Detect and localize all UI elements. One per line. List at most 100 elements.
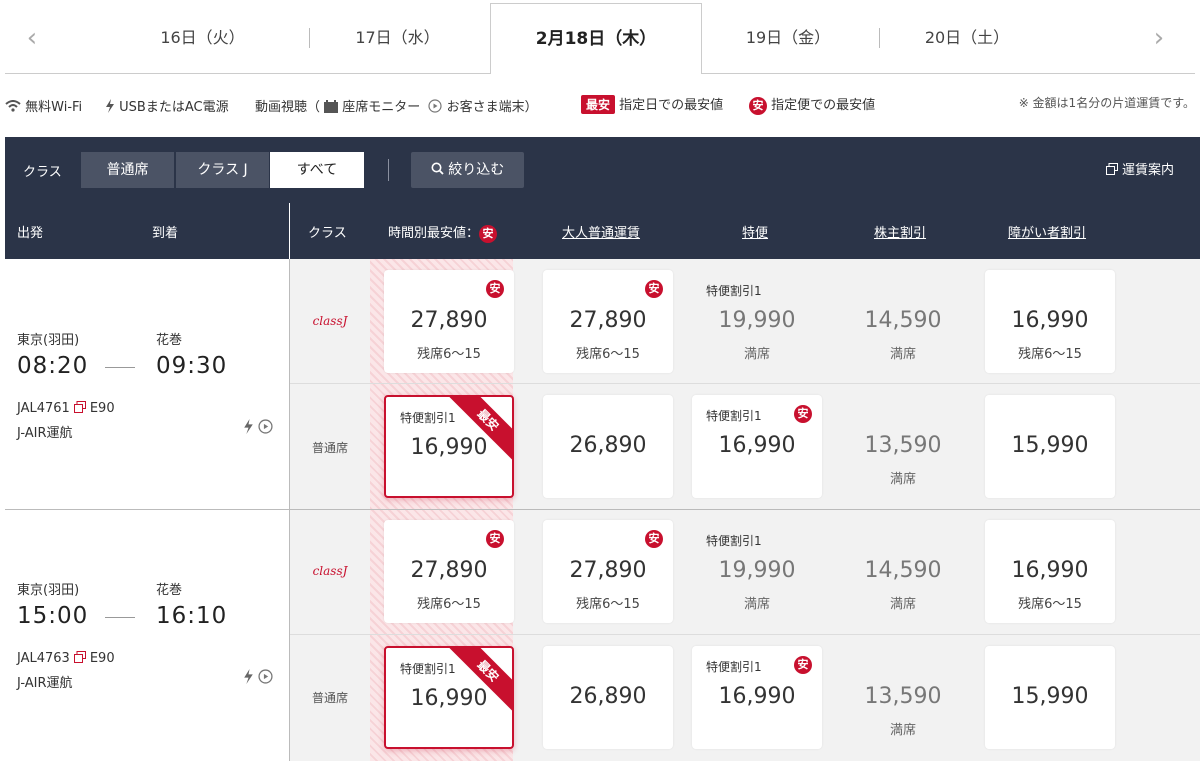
legend-video-label: 動画視聴（ [255,100,321,115]
fare-cell-shareholder-classj-full: 14,590 満席 [838,270,968,373]
flight-amenities [243,669,274,686]
seat-status: 満席 [889,472,916,487]
legend-best-flight: 安 指定便での最安値 [749,94,875,115]
aircraft-type[interactable]: E90 [90,401,115,416]
header-special-fare[interactable]: 特便 [742,222,768,241]
fare-price: 27,890 [410,308,488,333]
yasu-badge-icon: 安 [645,280,663,298]
next-date-arrow-icon[interactable]: › [1151,24,1167,52]
legend-wifi-label: 無料Wi-Fi [25,100,83,115]
header-arrive: 到着 [152,226,179,241]
header-depart: 出発 [17,226,44,241]
fare-cell-shareholder-classj-full: 14,590 満席 [838,520,968,623]
fare-card-disability-classj[interactable]: 16,990 残席6～15 [985,270,1115,373]
fare-cell-shareholder-economy-full: 13,590 満席 [838,646,968,749]
fare-card-adult-economy[interactable]: 26,890 [543,395,673,498]
depart-time: 08:20 [17,353,89,379]
table-header: 出発 到着 クラス 時間別最安値：安 大人普通運賃 特便 株主割引 障がい者割引 [5,203,1200,259]
flight-table: 東京(羽田) 花巻 08:20 09:30 JAL4761 E90 J-AIR運航… [5,259,1200,761]
fare-card-best-price[interactable]: 最安 特便割引1 16,990 [384,395,514,498]
class-filter-label: クラス [23,165,62,180]
date-tab-19[interactable]: 19日（金） [723,22,853,54]
fare-sub-label: 特便割引1 [706,534,762,548]
flight-number-label: JAL4761 [17,401,70,416]
fare-cell-special-classj-full: 特便割引1 19,990 満席 [692,270,822,373]
operator: J-AIR運航 [17,426,73,441]
fare-card-adult-classj[interactable]: 安 27,890 残席6～15 [543,270,673,373]
power-bolt-icon [244,669,253,684]
date-tab-20[interactable]: 20日（土） [902,22,1032,54]
fare-price: 27,890 [569,308,647,333]
fare-card-special-economy[interactable]: 特便割引1 安 16,990 [692,646,822,749]
date-tab-17[interactable]: 17日（水） [335,22,460,54]
filter-economy[interactable]: 普通席 [81,152,174,188]
fare-sub-label: 特便割引1 [400,411,456,425]
best-price-badge: 最安 [581,95,616,114]
legend-video: 動画視聴（ 座席モニター お客さま端末） [255,96,538,115]
external-window-icon [1105,163,1118,175]
fare-price: 16,990 [410,686,488,711]
legend-best-flight-label: 指定便での最安値 [771,98,876,113]
fare-guide-label: 運賃案内 [1121,163,1174,178]
class-economy-label: 普通席 [311,691,348,705]
class-filter-bar: クラス 普通席 クラス J すべて 絞り込む 運賃案内 [5,137,1200,203]
fare-card-special-economy[interactable]: 特便割引1 安 16,990 [692,395,822,498]
yasu-badge-icon: 安 [479,225,498,243]
flight-info-jal4763[interactable]: 東京(羽田) 花巻 15:00 16:10 JAL4763 E90 J-AIR運航 [5,579,289,699]
header-shareholder[interactable]: 株主割引 [874,222,926,241]
fare-price: 15,990 [1011,433,1089,458]
fare-card-adult-classj[interactable]: 安 27,890 残席6～15 [543,520,673,623]
depart-airport: 東京(羽田) [17,333,80,348]
fare-sub-label: 特便割引1 [706,409,762,423]
yasu-badge-icon: 安 [486,530,504,548]
aircraft-type[interactable]: E90 [90,651,115,666]
header-adult-fare[interactable]: 大人普通運賃 [562,222,640,241]
fare-price: 16,990 [1011,558,1089,583]
seats-left: 残席6～15 [417,347,481,362]
date-tab-16[interactable]: 16日（火） [140,22,265,54]
legend-customer-device-label: お客さま端末） [446,100,538,115]
fare-guide-link[interactable]: 運賃案内 [1105,159,1174,178]
filter-class-j[interactable]: クラス J [176,152,269,188]
date-tab-18-selected[interactable]: 2月18日（木） [490,3,702,74]
narrow-down-button[interactable]: 絞り込む [411,152,524,188]
seat-status: 満席 [889,597,916,612]
fare-price: 13,590 [864,433,942,458]
fare-card-best-price[interactable]: 最安 特便割引1 16,990 [384,646,514,749]
flight-number: JAL4761 E90 [17,401,115,416]
row-divider [290,383,1200,384]
class-j-logo: classJ [312,314,348,328]
header-disability[interactable]: 障がい者割引 [1008,222,1086,241]
fare-card-lowest-classj[interactable]: 安 27,890 残席6～15 [384,520,514,623]
seat-status: 満席 [743,597,770,612]
fare-card-disability-economy[interactable]: 15,990 [985,395,1115,498]
filter-all-selected[interactable]: すべて [270,152,364,188]
depart-time: 15:00 [17,603,89,629]
seats-left: 残席6～15 [576,597,640,612]
header-divider [289,203,290,259]
depart-airport: 東京(羽田) [17,583,80,598]
yasu-badge-icon: 安 [794,656,812,674]
flight-info-jal4761[interactable]: 東京(羽田) 花巻 08:20 09:30 JAL4761 E90 J-AIR運航 [5,329,289,449]
fare-card-adult-economy[interactable]: 26,890 [543,646,673,749]
yasu-badge-icon: 安 [486,280,504,298]
seat-monitor-icon [324,100,339,113]
play-icon [258,669,274,684]
fare-cell-special-classj-full: 特便割引1 19,990 満席 [692,520,822,623]
time-dash [105,617,135,618]
power-bolt-icon [244,419,253,434]
fare-sub-label: 特便割引1 [400,662,456,676]
fare-price: 16,990 [410,435,488,460]
legend-power-label: USBまたはAC電源 [119,100,229,115]
fare-card-disability-classj[interactable]: 16,990 残席6～15 [985,520,1115,623]
date-divider [879,28,880,48]
narrow-down-label: 絞り込む [448,162,505,178]
prev-date-arrow-icon[interactable]: ‹ [24,24,40,52]
fare-card-disability-economy[interactable]: 15,990 [985,646,1115,749]
fare-price: 19,990 [718,308,796,333]
seats-left: 残席6～15 [1018,347,1082,362]
yasu-badge-icon: 安 [645,530,663,548]
arrive-time: 16:10 [156,603,228,629]
header-lowest-label: 時間別最安値： [388,226,480,241]
fare-card-lowest-classj[interactable]: 安 27,890 残席6～15 [384,270,514,373]
